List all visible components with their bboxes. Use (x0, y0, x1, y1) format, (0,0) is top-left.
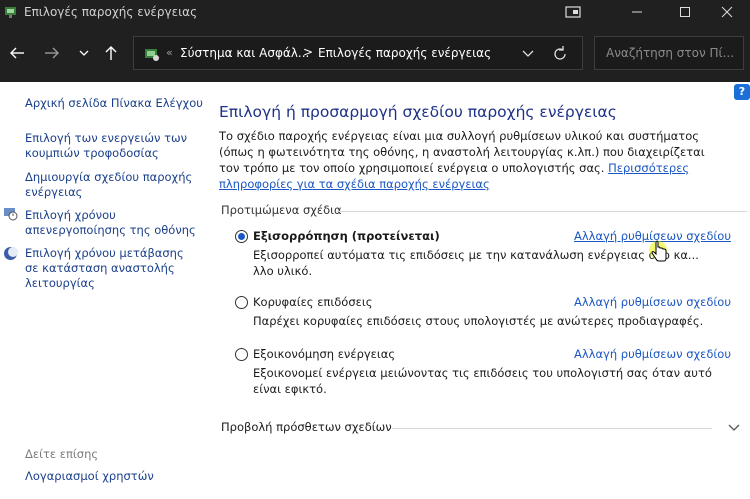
power-buttons-link[interactable]: Επιλογή των ενεργειών των κουμπιών τροφο… (25, 131, 197, 161)
close-icon (721, 6, 733, 18)
plan-name[interactable]: Εξοικονόμηση ενέργειας (253, 347, 395, 361)
up-button[interactable] (99, 42, 123, 64)
window-menu-button[interactable] (550, 0, 596, 24)
display-off-link[interactable]: Επιλογή χρόνου απενεργοποίησης της οθόνη… (25, 208, 197, 238)
maximize-button[interactable] (662, 0, 708, 24)
left-navigation-pane: Αρχική σελίδα Πίνακα Ελέγχου Επιλογή των… (0, 82, 205, 499)
breadcrumb-system-security[interactable]: Σύστημα και Ασφάλ... (180, 46, 309, 60)
minimize-button[interactable] (614, 0, 660, 24)
user-accounts-link[interactable]: Λογαριασμοί χρηστών (25, 469, 154, 484)
page-description: Το σχέδιο παροχής ενέργειας είναι μια συ… (219, 128, 719, 192)
create-plan-link[interactable]: Δημιουργία σχεδίου παροχής ενέργειας (25, 170, 197, 200)
plan-radio-balanced[interactable] (235, 230, 248, 243)
refresh-icon[interactable] (550, 44, 570, 64)
breadcrumb-power-options[interactable]: Επιλογές παροχής ενέργειας (318, 46, 491, 60)
show-additional-plans[interactable]: Προβολή πρόσθετων σχεδίων (221, 420, 392, 434)
section-divider (392, 428, 712, 429)
window-menu-icon (565, 6, 581, 18)
up-arrow-icon (105, 46, 117, 60)
plan-name[interactable]: Κορυφαίες επιδόσεις (253, 295, 372, 309)
search-box[interactable]: Αναζήτηση στον Πί... (594, 36, 744, 70)
search-placeholder[interactable]: Αναζήτηση στον Πί... (606, 46, 734, 60)
close-button[interactable] (704, 0, 750, 24)
plan-radio-power-saver[interactable] (235, 348, 248, 361)
window-title: Επιλογές παροχής ενέργειας (24, 5, 198, 19)
recent-locations-button[interactable] (72, 42, 96, 64)
chevron-down-icon (79, 50, 89, 56)
overflow-marker[interactable]: « (166, 46, 173, 59)
maximize-icon (680, 7, 690, 17)
forward-button[interactable] (40, 42, 64, 64)
help-button[interactable]: ? (734, 84, 750, 100)
minimize-icon (632, 11, 642, 13)
page-title: Επιλογή ή προσαρμογή σχεδίου παροχής ενέ… (219, 103, 617, 121)
address-dropdown-icon[interactable] (518, 45, 538, 63)
monitor-clock-icon (4, 208, 18, 221)
see-also-label: Δείτε επίσης (25, 447, 99, 461)
back-button[interactable] (5, 42, 29, 64)
change-plan-settings-link[interactable]: Αλλαγή ρυθμίσεων σχεδίου (574, 347, 731, 361)
chevron-down-icon[interactable] (727, 420, 741, 434)
power-options-app-icon (5, 7, 16, 18)
plan-power-saver: Εξοικονόμηση ενέργειας Αλλαγή ρυθμίσεων … (235, 347, 735, 397)
plan-ultimate-performance: Κορυφαίες επιδόσεις Αλλαγή ρυθμίσεων σχε… (235, 295, 735, 335)
plan-description: Εξοικονομεί ενέργεια μειώνοντας τις επιδ… (253, 366, 712, 396)
control-panel-home-link[interactable]: Αρχική σελίδα Πίνακα Ελέγχου (25, 96, 203, 111)
control-panel-icon (145, 49, 159, 61)
plan-radio-ultimate[interactable] (235, 296, 248, 309)
moon-icon (4, 247, 18, 260)
change-plan-settings-link[interactable]: Αλλαγή ρυθμίσεων σχεδίου (574, 295, 731, 309)
sleep-time-link[interactable]: Επιλογή χρόνου μετάβασης σε κατάσταση αν… (25, 246, 197, 291)
hand-cursor-icon (649, 240, 667, 262)
back-arrow-icon (10, 47, 24, 59)
plan-name[interactable]: Εξισορρόπηση (προτείνεται) (253, 229, 440, 243)
preferred-plans-label: Προτιμώμενα σχέδια (221, 203, 342, 217)
breadcrumb-separator[interactable]: > (303, 45, 313, 59)
navigation-bar: « Σύστημα και Ασφάλ... > Επιλογές παροχή… (0, 24, 750, 82)
address-bar[interactable]: « Σύστημα και Ασφάλ... > Επιλογές παροχή… (133, 36, 583, 70)
plan-description: Παρέχει κορυφαίες επιδόσεις στους υπολογ… (253, 314, 704, 328)
forward-arrow-icon (45, 47, 59, 59)
title-bar: Επιλογές παροχής ενέργειας (0, 0, 750, 24)
section-divider (337, 211, 747, 212)
main-content: Επιλογή ή προσαρμογή σχεδίου παροχής ενέ… (205, 82, 750, 499)
